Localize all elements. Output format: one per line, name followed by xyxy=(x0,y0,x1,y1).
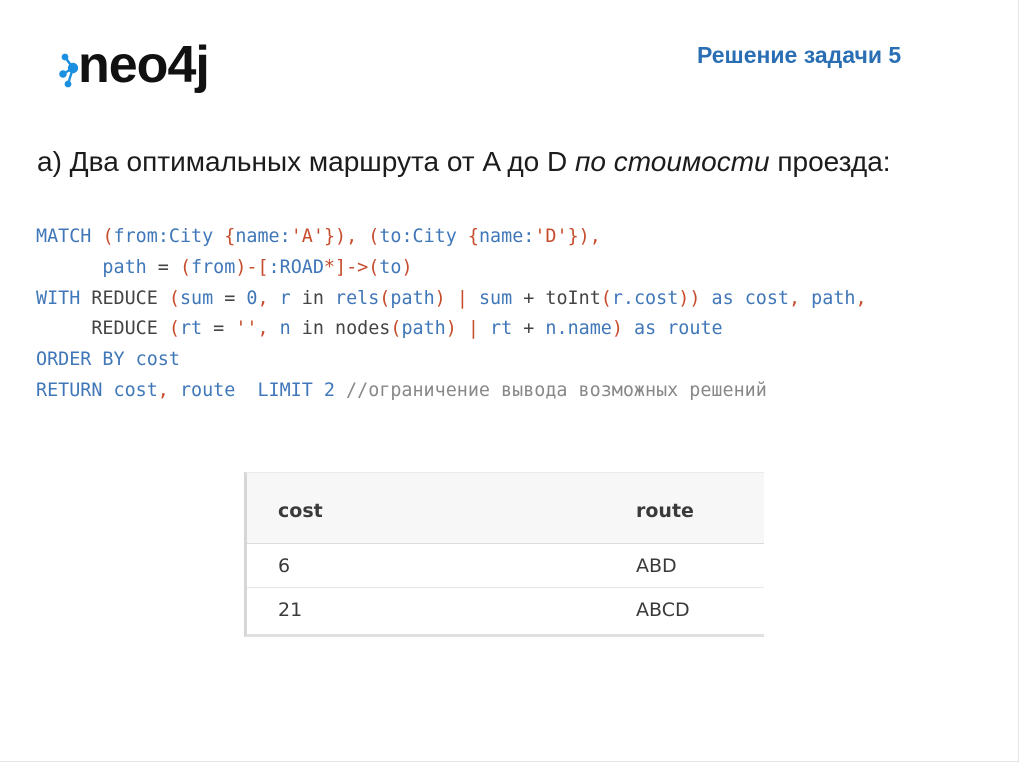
code-token: path xyxy=(811,287,856,309)
subtitle-suffix: проезда: xyxy=(769,146,891,177)
subtitle: а) Два оптимальных маршрута от A до D по… xyxy=(37,146,891,178)
code-token: ) xyxy=(611,318,635,340)
code-token: REDUCE xyxy=(36,318,169,340)
code-token: '' xyxy=(235,318,258,340)
code-token: sum xyxy=(478,287,513,309)
code-token: n.name xyxy=(545,318,612,340)
code-line: path = (from)-[:ROAD*]->(to) xyxy=(36,253,1018,284)
code-line: ORDER BY cost xyxy=(36,345,1018,376)
code-token: path xyxy=(36,256,147,278)
code-token: = xyxy=(202,318,236,340)
code-token: , xyxy=(157,379,180,401)
subtitle-prefix: а) Два оптимальных маршрута от A до D xyxy=(37,146,576,177)
code-token: = xyxy=(146,256,180,278)
code-line: RETURN cost, route LIMIT 2 //ограничение… xyxy=(36,376,1018,407)
code-token: n xyxy=(279,318,291,340)
code-token: as route xyxy=(634,318,723,340)
code-token: in nodes xyxy=(290,318,391,340)
table-row: 6 ABD xyxy=(247,544,764,588)
code-token: ) | xyxy=(434,287,479,309)
code-token: *]->( xyxy=(323,256,380,278)
code-token: name: xyxy=(235,226,291,247)
code-token: 0 xyxy=(246,287,258,309)
code-token: WITH xyxy=(36,287,81,309)
code-token: REDUCE xyxy=(80,287,169,309)
code-token: ) xyxy=(401,256,413,278)
code-token: ( xyxy=(91,226,114,247)
code-token: rt xyxy=(179,318,203,340)
code-token: name: xyxy=(478,226,535,247)
code-token: from:City xyxy=(113,226,214,247)
code-token: ( xyxy=(179,256,192,278)
code-token: ( xyxy=(379,287,391,309)
code-token: + toInt xyxy=(512,287,601,309)
code-token: :ROAD xyxy=(268,256,324,278)
code-token: sum xyxy=(179,287,214,309)
code-token: , xyxy=(789,287,812,309)
code-token: rt xyxy=(490,318,513,340)
slide-title: Решение задачи 5 xyxy=(697,42,902,68)
subtitle-emphasis: по стоимости xyxy=(575,146,770,177)
code-token: ( xyxy=(390,318,402,340)
code-token: r xyxy=(279,287,291,309)
logo-wordmark: neo4j xyxy=(78,36,209,94)
code-token: ) | xyxy=(445,318,491,340)
cell-cost: 6 xyxy=(278,555,291,577)
code-token: ( xyxy=(168,318,180,340)
code-token: , xyxy=(855,287,867,309)
code-token: RETURN cost xyxy=(36,379,158,401)
code-token: ( xyxy=(600,287,612,309)
code-token: }), xyxy=(567,226,601,247)
code-token: from xyxy=(191,256,236,278)
code-token: }), ( xyxy=(323,226,380,247)
cell-route: ABCD xyxy=(636,599,690,621)
graph-icon xyxy=(59,53,79,88)
code-token: route LIMIT 2 xyxy=(179,379,347,401)
code-token: )) xyxy=(678,287,712,309)
table-row: 21 ABCD xyxy=(247,588,764,631)
code-token: to xyxy=(379,256,402,278)
table-header: cost route xyxy=(247,473,764,544)
column-header-cost: cost xyxy=(278,500,323,522)
code-token: ( xyxy=(168,287,180,309)
column-header-route: route xyxy=(636,500,694,522)
code-token: { xyxy=(456,226,479,247)
code-token: 'A' xyxy=(290,226,324,247)
cell-cost: 21 xyxy=(278,599,303,621)
code-token: MATCH xyxy=(36,226,92,247)
code-token: in xyxy=(290,287,335,309)
result-table: cost route 6 ABD 21 ABCD xyxy=(244,472,764,637)
code-comment: //ограничение вывода возможных решений xyxy=(346,379,767,401)
code-token: to:City xyxy=(379,226,457,247)
code-token: , xyxy=(257,318,280,340)
code-token: as cost xyxy=(711,287,790,309)
code-token: path xyxy=(390,287,435,309)
code-token: , xyxy=(257,287,280,309)
code-token: path xyxy=(401,318,446,340)
cell-route: ABD xyxy=(636,555,677,577)
code-token: )-[ xyxy=(235,256,269,278)
code-token: { xyxy=(213,226,236,247)
code-token: r.cost xyxy=(611,287,679,309)
code-token: rels xyxy=(335,287,380,309)
code-token: + xyxy=(512,318,546,340)
code-line: WITH REDUCE (sum = 0, r in rels(path) | … xyxy=(36,284,1018,315)
code-line: REDUCE (rt = '', n in nodes(path) | rt +… xyxy=(36,314,1018,345)
code-line: MATCH (from:City {name:'A'}), (to:City {… xyxy=(36,222,1018,253)
cypher-code-block: MATCH (from:City {name:'A'}), (to:City {… xyxy=(36,222,1018,407)
neo4j-logo: neo4j xyxy=(56,28,246,94)
code-token: = xyxy=(213,287,247,309)
code-token: 'D' xyxy=(534,226,568,247)
code-token: ORDER BY cost xyxy=(36,349,180,371)
